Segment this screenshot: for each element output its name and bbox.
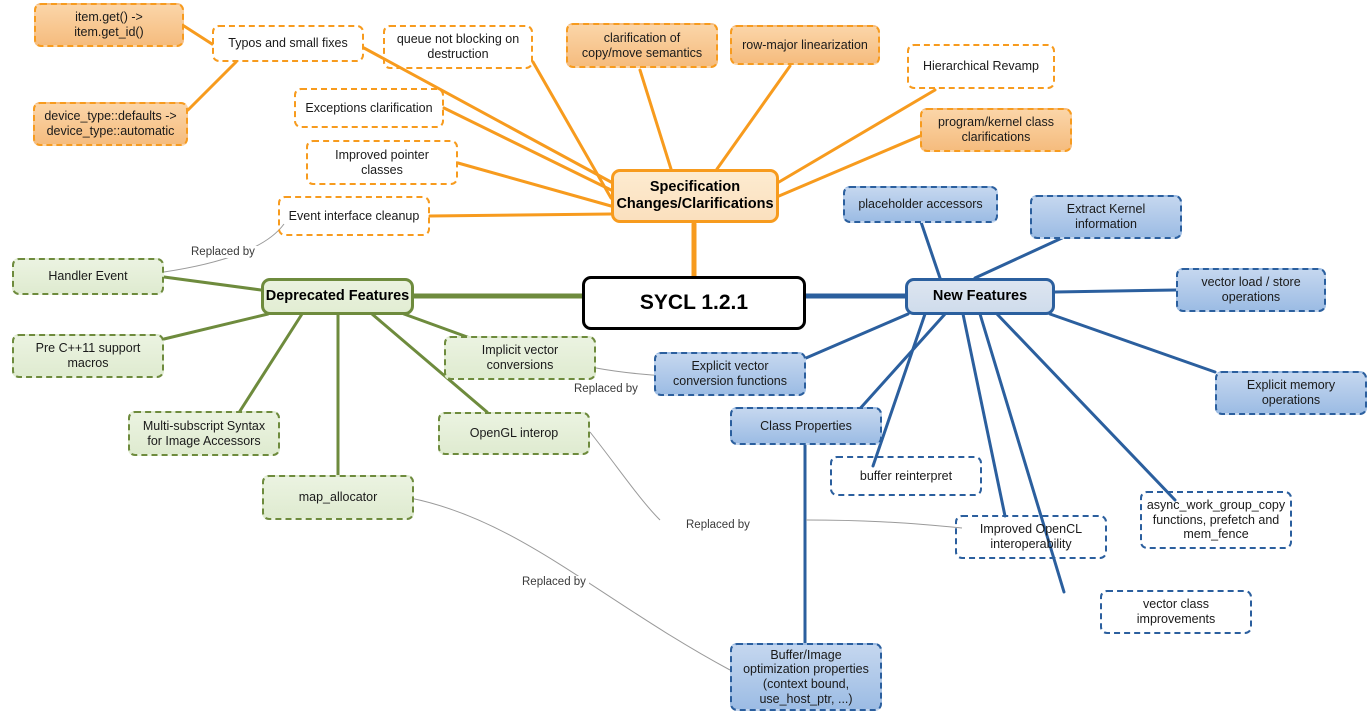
node-extract-kernel-label: Extract Kernel information <box>1066 202 1146 231</box>
mindmap-canvas: SYCL 1.2.1 Specification Changes/Clarifi… <box>0 0 1371 714</box>
node-explicit-memory-operations[interactable]: Explicit memory operations <box>1215 371 1367 415</box>
edge-label-replaced-by-map-allocator: Replaced by <box>519 576 589 588</box>
node-class-properties-label: Class Properties <box>760 418 852 433</box>
replaced-by-text-4: Replaced by <box>522 576 586 588</box>
node-explicit-memory-label: Explicit memory operations <box>1246 378 1336 407</box>
node-explicit-vector-conversion-functions[interactable]: Explicit vector conversion functions <box>654 352 806 396</box>
node-opengl-interop[interactable]: OpenGL interop <box>438 412 590 455</box>
node-buffer-reinterpret[interactable]: buffer reinterpret <box>830 456 982 496</box>
node-vector-load-store-operations[interactable]: vector load / store operations <box>1176 268 1326 312</box>
node-buffer-image-opt-label: Buffer/Image optimization properties (co… <box>743 647 869 706</box>
node-hierarchical-label: Hierarchical Revamp <box>922 59 1039 74</box>
node-program-kernel-clarifications[interactable]: program/kernel class clarifications <box>920 108 1072 152</box>
node-copy-move-label: clarification of copy/move semantics <box>581 30 703 60</box>
edge-label-replaced-by-handler-event: Replaced by <box>188 246 258 258</box>
node-row-major-linearization[interactable]: row-major linearization <box>730 25 880 65</box>
node-item-get-id[interactable]: item.get() -> item.get_id() <box>34 3 184 47</box>
node-improved-opencl-label: Improved OpenCL interoperability <box>979 522 1083 551</box>
node-typos-label: Typos and small fixes <box>228 36 348 51</box>
root-node-sycl[interactable]: SYCL 1.2.1 <box>582 276 806 330</box>
node-async-work-group-copy[interactable]: async_work_group_copy functions, prefetc… <box>1140 491 1292 549</box>
branch-deprecated-features[interactable]: Deprecated Features <box>261 278 414 315</box>
node-event-interface-label: Event interface cleanup <box>288 208 420 223</box>
node-exceptions-label: Exceptions clarification <box>305 100 433 115</box>
node-map-allocator[interactable]: map_allocator <box>262 475 414 520</box>
node-device-type-automatic[interactable]: device_type::defaults -> device_type::au… <box>33 102 188 146</box>
root-node-label: SYCL 1.2.1 <box>639 290 749 314</box>
node-handler-event-label: Handler Event <box>48 269 128 284</box>
node-improved-pointer-label: Improved pointer classes <box>335 147 429 177</box>
node-event-interface-cleanup[interactable]: Event interface cleanup <box>278 196 430 236</box>
node-placeholder-accessors[interactable]: placeholder accessors <box>843 186 998 223</box>
node-typos-and-small-fixes[interactable]: Typos and small fixes <box>212 25 364 62</box>
node-implicit-vector-conversions[interactable]: Implicit vector conversions <box>444 336 596 380</box>
node-buffer-image-optimization-properties[interactable]: Buffer/Image optimization properties (co… <box>730 643 882 711</box>
node-exceptions-clarification[interactable]: Exceptions clarification <box>294 88 444 128</box>
edge-label-replaced-by-opengl-interop: Replaced by <box>683 519 753 531</box>
node-handler-event[interactable]: Handler Event <box>12 258 164 295</box>
node-vector-class-improvements[interactable]: vector class improvements <box>1100 590 1252 634</box>
branch-specification-changes[interactable]: Specification Changes/Clarifications <box>611 169 779 223</box>
node-explicit-vector-label: Explicit vector conversion functions <box>673 359 787 388</box>
branch-specification-label: Specification Changes/Clarifications <box>616 178 774 212</box>
replaced-by-text-3: Replaced by <box>686 519 750 531</box>
node-map-allocator-label: map_allocator <box>298 490 378 505</box>
node-opengl-interop-label: OpenGL interop <box>469 426 559 441</box>
node-buffer-reinterpret-label: buffer reinterpret <box>859 468 953 483</box>
node-hierarchical-revamp[interactable]: Hierarchical Revamp <box>907 44 1055 89</box>
node-improved-pointer-classes[interactable]: Improved pointer classes <box>306 140 458 185</box>
node-async-work-group-copy-label: async_work_group_copy functions, prefetc… <box>1146 497 1286 542</box>
branch-new-features[interactable]: New Features <box>905 278 1055 315</box>
node-row-major-label: row-major linearization <box>742 37 868 52</box>
edge-label-replaced-by-implicit-vector: Replaced by <box>571 383 641 395</box>
node-multi-subscript-label: Multi-subscript Syntax for Image Accesso… <box>142 418 266 448</box>
node-placeholder-accessors-label: placeholder accessors <box>858 197 983 212</box>
node-copy-move-semantics[interactable]: clarification of copy/move semantics <box>566 23 718 68</box>
node-improved-opencl-interoperability[interactable]: Improved OpenCL interoperability <box>955 515 1107 559</box>
node-vector-load-store-label: vector load / store operations <box>1201 275 1301 304</box>
branch-deprecated-label: Deprecated Features <box>265 287 410 304</box>
node-extract-kernel-information[interactable]: Extract Kernel information <box>1030 195 1182 239</box>
replaced-by-text-2: Replaced by <box>574 383 638 395</box>
node-queue-not-blocking-label: queue not blocking on destruction <box>396 32 520 61</box>
node-program-kernel-label: program/kernel class clarifications <box>937 115 1054 144</box>
node-queue-not-blocking[interactable]: queue not blocking on destruction <box>383 25 533 69</box>
node-item-get-label: item.get() -> item.get_id() <box>74 10 144 39</box>
node-pre-cxx11-support-macros[interactable]: Pre C++11 support macros <box>12 334 164 378</box>
node-vector-class-improvements-label: vector class improvements <box>1136 597 1216 626</box>
branch-new-features-label: New Features <box>932 287 1028 304</box>
replaced-by-text-1: Replaced by <box>191 246 255 258</box>
node-class-properties[interactable]: Class Properties <box>730 407 882 445</box>
node-implicit-vector-label: Implicit vector conversions <box>481 343 559 372</box>
node-pre-cxx11-label: Pre C++11 support macros <box>35 341 141 370</box>
node-device-type-label: device_type::defaults -> device_type::au… <box>44 109 177 138</box>
node-multi-subscript-syntax[interactable]: Multi-subscript Syntax for Image Accesso… <box>128 411 280 456</box>
